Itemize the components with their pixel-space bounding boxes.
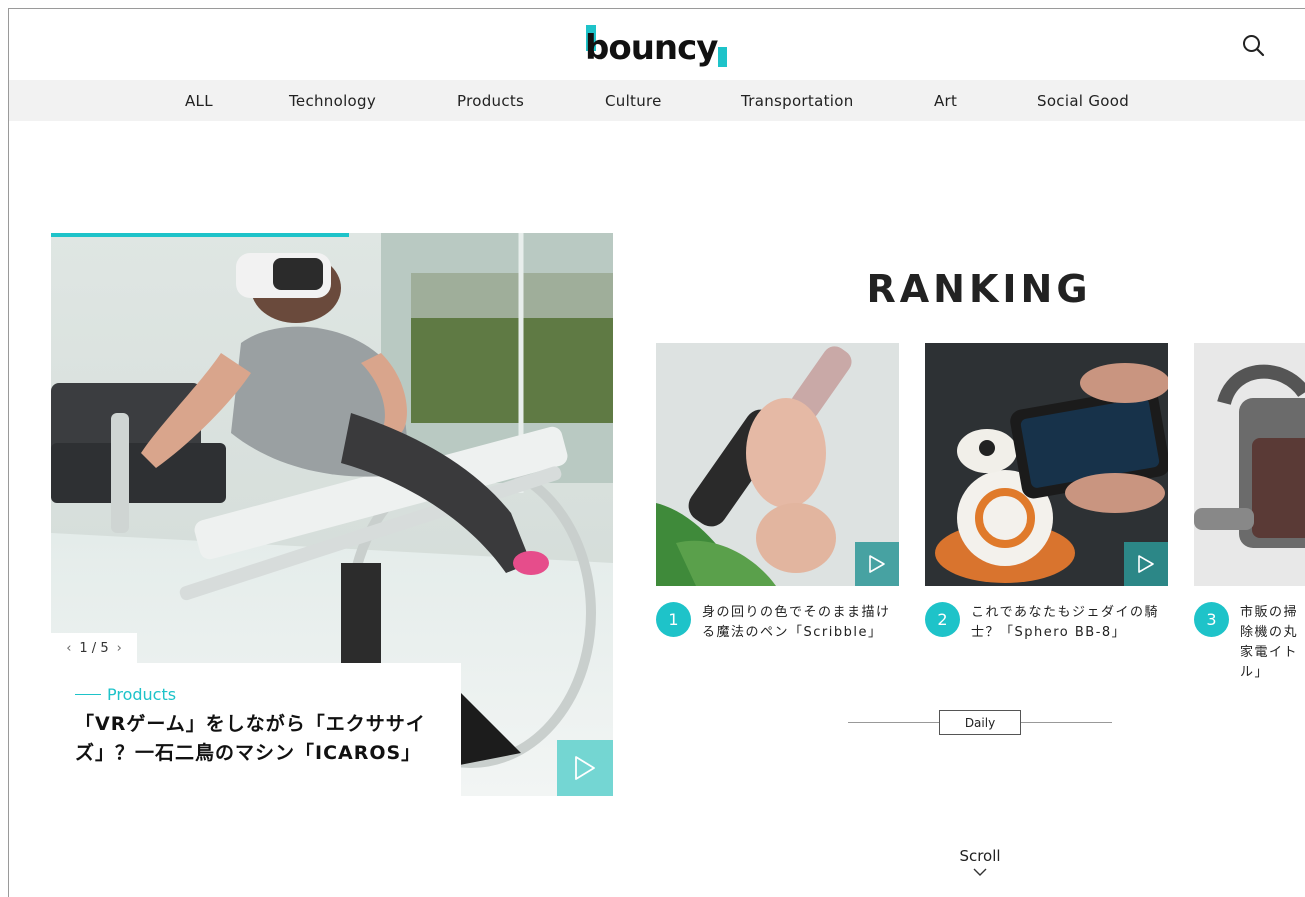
hero-caption[interactable]: Products 「VRゲーム」をしながら「エクササイズ」？一石二鳥のマシン「I… [51,663,461,796]
search-button[interactable] [1241,33,1267,59]
ranking-play-button[interactable] [1124,542,1168,586]
ranking-title-text[interactable]: 身の回りの色でそのまま描ける魔法のペン「Scribble」 [702,603,898,643]
ranking-heading: RANKING [866,267,1092,311]
hero-title[interactable]: 「VRゲーム」をしながら「エクササイズ」？一石二鳥のマシン「ICAROS」 [75,710,445,768]
scroll-label: Scroll [959,847,1001,865]
bouncy-logo[interactable]: bouncy [586,25,728,67]
ranking-thumbnail[interactable] [656,343,899,586]
page-frame: bouncy ALL Technology Products Culture T… [8,8,1305,897]
ranking-thumbnail[interactable] [925,343,1168,586]
nav-item-social-good[interactable]: Social Good [1037,92,1129,110]
rank-number-badge: 1 [656,602,691,637]
search-icon [1243,35,1265,57]
ranking-info: 3 市販の掃除機の丸家電イトル」 [1194,602,1305,680]
hero-play-button[interactable] [557,740,613,796]
category-nav: ALL Technology Products Culture Transpor… [9,80,1305,121]
rank-number-badge: 3 [1194,602,1229,637]
hero-category[interactable]: Products [75,685,461,704]
ranking-card-2[interactable]: 2 これであなたもジェダイの騎士？「Sphero BB-8」 [925,343,1168,672]
ranking-info: 1 身の回りの色でそのまま描ける魔法のペン「Scribble」 [656,602,899,672]
ranking-card-1[interactable]: 1 身の回りの色でそのまま描ける魔法のペン「Scribble」 [656,343,899,672]
scroll-indicator[interactable]: Scroll [949,847,1011,877]
hero-category-label: Products [107,685,177,704]
play-icon [575,756,595,780]
chevron-left-icon[interactable]: ‹ [66,641,71,656]
chevron-right-icon[interactable]: › [117,641,122,656]
category-line-decoration [75,694,101,695]
play-icon [1138,555,1154,573]
ranking-play-button[interactable] [855,542,899,586]
slide-counter: ‹ 1 / 5 › [51,633,137,663]
chevron-down-icon [973,868,987,876]
nav-item-culture[interactable]: Culture [605,92,662,110]
nav-item-products[interactable]: Products [457,92,524,110]
slide-progress-bar [51,233,349,237]
svg-text:bouncy: bouncy [586,28,718,67]
ranking-thumbnail[interactable] [1194,343,1305,586]
ranking-info: 2 これであなたもジェダイの騎士？「Sphero BB-8」 [925,602,1168,672]
nav-item-art[interactable]: Art [934,92,957,110]
ranking-title-text[interactable]: 市販の掃除機の丸家電イトル」 [1240,603,1305,683]
ranking-card-3[interactable]: 3 市販の掃除機の丸家電イトル」 [1194,343,1305,680]
rank-number-badge: 2 [925,602,960,637]
ranking-title-text[interactable]: これであなたもジェダイの騎士？「Sphero BB-8」 [971,603,1167,643]
nav-item-technology[interactable]: Technology [289,92,376,110]
daily-period-button[interactable]: Daily [939,710,1021,735]
play-icon [869,555,885,573]
slide-counter-text: 1 / 5 [79,640,109,656]
nav-item-transportation[interactable]: Transportation [741,92,854,110]
nav-item-all[interactable]: ALL [185,92,213,110]
